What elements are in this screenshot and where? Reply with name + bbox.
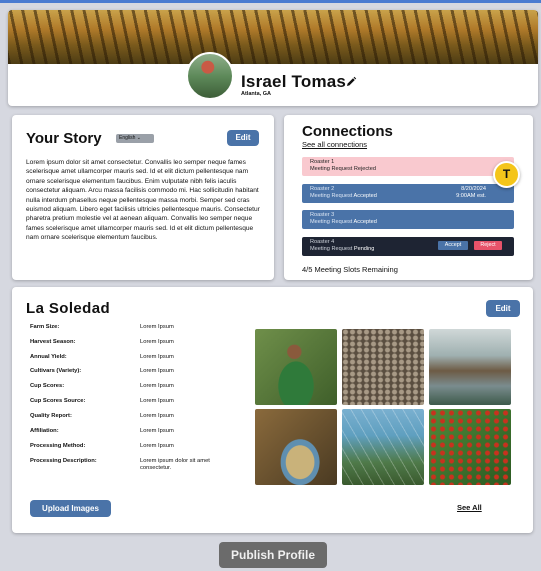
profile-name: Israel Tomas bbox=[241, 72, 347, 91]
field-label: Quality Report: bbox=[30, 413, 72, 419]
meeting-date: 8/20/2024 bbox=[461, 186, 486, 192]
field-value: Lorem ipsum dolor sit amet consectetur. bbox=[140, 458, 210, 471]
connections-card: Connections See all connections Roaster … bbox=[284, 115, 533, 280]
reject-button[interactable]: Reject bbox=[474, 241, 502, 250]
field-value: Lorem Ipsum bbox=[140, 339, 174, 345]
field-value: Lorem Ipsum bbox=[140, 428, 174, 434]
profile-avatar[interactable] bbox=[186, 52, 234, 100]
field-value: Lorem Ipsum bbox=[140, 324, 174, 330]
connection-status: Pending bbox=[353, 246, 375, 252]
cover-banner bbox=[8, 10, 538, 64]
language-value: English bbox=[119, 135, 136, 141]
field-value: Lorem Ipsum bbox=[140, 398, 174, 404]
upload-images-button[interactable]: Upload Images bbox=[30, 500, 111, 517]
field-label: Cup Scores: bbox=[30, 383, 65, 389]
field-label: Cup Scores Source: bbox=[30, 398, 86, 404]
farm-photo-beans[interactable] bbox=[342, 329, 424, 405]
connection-item-roaster-2[interactable]: Roaster 2 Meeting Request Accepted 8/20/… bbox=[302, 184, 514, 203]
connection-item-roaster-1[interactable]: Roaster 1 Meeting Request Rejected bbox=[302, 157, 514, 176]
story-edit-button[interactable]: Edit bbox=[227, 130, 259, 146]
field-label: Processing Method: bbox=[30, 443, 86, 449]
see-all-connections-link[interactable]: See all connections bbox=[302, 140, 367, 149]
top-accent-line bbox=[0, 0, 541, 3]
field-label: Affiliation: bbox=[30, 428, 59, 434]
connection-status: Rejected bbox=[353, 166, 376, 172]
connection-status-label: Meeting Request bbox=[310, 246, 353, 252]
connection-name: Roaster 1 bbox=[310, 159, 335, 165]
profile-location: Atlanta, GA bbox=[241, 91, 271, 97]
farm-title: La Soledad bbox=[26, 300, 111, 317]
publish-profile-button[interactable]: Publish Profile bbox=[219, 542, 327, 568]
user-avatar-badge[interactable]: T bbox=[493, 161, 520, 188]
connection-item-roaster-4[interactable]: Roaster 4 Meeting Request Pending Accept… bbox=[302, 237, 514, 256]
farm-photo-building[interactable] bbox=[429, 329, 511, 405]
field-label: Cultivars (Variety): bbox=[30, 368, 82, 374]
field-value: Lorem Ipsum bbox=[140, 413, 174, 419]
farm-photo-coffee-cherries[interactable] bbox=[429, 409, 511, 485]
field-label: Farm Size: bbox=[30, 324, 60, 330]
meeting-slots-remaining: 4/5 Meeting Slots Remaining bbox=[302, 265, 398, 274]
connection-item-roaster-3[interactable]: Roaster 3 Meeting Request Accepted bbox=[302, 210, 514, 229]
connection-status-label: Meeting Request bbox=[310, 166, 353, 172]
field-value: Lorem Ipsum bbox=[140, 443, 174, 449]
connection-status: Accepted bbox=[353, 219, 377, 225]
farm-photo-drying-basket[interactable] bbox=[255, 409, 337, 485]
field-value: Lorem Ipsum bbox=[140, 354, 174, 360]
field-label: Harvest Season: bbox=[30, 339, 76, 345]
language-select[interactable]: English ⌄ bbox=[116, 134, 154, 143]
farm-photo-greenhouse[interactable] bbox=[342, 409, 424, 485]
field-value: Lorem Ipsum bbox=[140, 383, 174, 389]
pencil-icon[interactable] bbox=[345, 76, 357, 88]
meeting-time: 9:00AM est. bbox=[456, 193, 486, 199]
farm-photo-worker[interactable] bbox=[255, 329, 337, 405]
chevron-down-icon: ⌄ bbox=[136, 135, 141, 141]
field-label: Annual Yield: bbox=[30, 354, 67, 360]
farm-card: La Soledad Edit Farm Size: Lorem Ipsum H… bbox=[12, 287, 533, 533]
see-all-photos-link[interactable]: See All bbox=[457, 503, 482, 512]
farm-edit-button[interactable]: Edit bbox=[486, 300, 520, 317]
story-body: Lorem ipsum dolor sit amet consectetur. … bbox=[26, 159, 260, 242]
story-card: Your Story English ⌄ Edit Lorem ipsum do… bbox=[12, 115, 274, 280]
connection-status-label: Meeting Request bbox=[310, 193, 353, 199]
field-label: Processing Description: bbox=[30, 458, 97, 464]
connection-name: Roaster 3 bbox=[310, 212, 335, 218]
connection-status: Accepted bbox=[353, 193, 377, 199]
connection-status-label: Meeting Request bbox=[310, 219, 353, 225]
accept-button[interactable]: Accept bbox=[438, 241, 468, 250]
field-value: Lorem Ipsum bbox=[140, 368, 174, 374]
profile-header: Israel Tomas Atlanta, GA bbox=[8, 10, 538, 106]
connections-title: Connections bbox=[302, 123, 393, 140]
story-title: Your Story bbox=[26, 130, 102, 147]
